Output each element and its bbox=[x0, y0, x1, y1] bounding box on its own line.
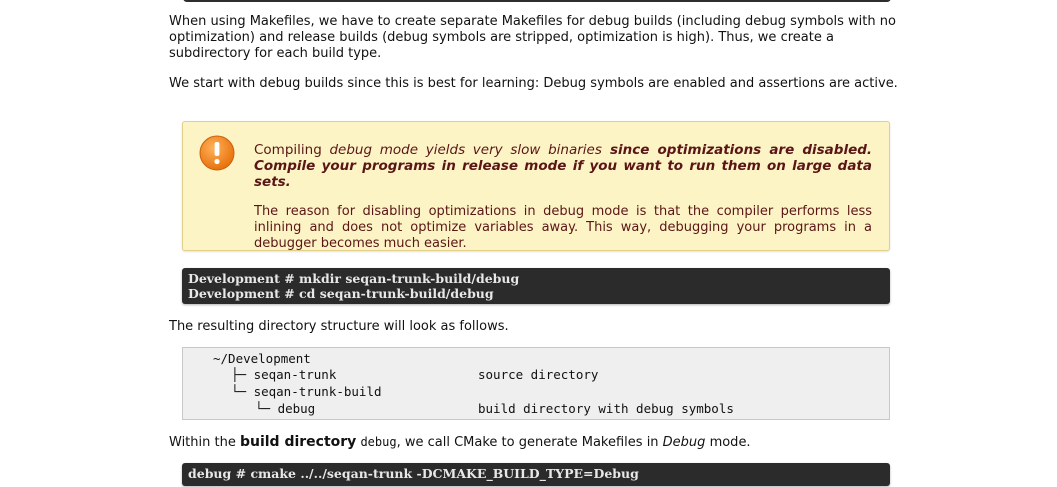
code-line: Development # mkdir seqan-trunk-build/de… bbox=[188, 271, 520, 286]
p4-text-d: , we call CMake to generate Makefiles in bbox=[396, 435, 663, 450]
p4-strong: build directory bbox=[239, 434, 357, 450]
warning-lead-a: Compiling bbox=[254, 142, 330, 158]
shell-code-block-cmake: debug # cmake ../../seqan-trunk -DCMAKE_… bbox=[182, 463, 890, 486]
warning-lead: Compiling debug mode yields very slow bi… bbox=[254, 142, 872, 190]
tree-desc-source: source directory bbox=[478, 367, 599, 382]
tree-item-seqan-trunk-build: └─ seqan-trunk-build bbox=[231, 384, 382, 399]
shell-code-block-mkdir: Development # mkdir seqan-trunk-build/de… bbox=[182, 268, 890, 304]
p4-code: debug bbox=[360, 435, 397, 449]
intro-paragraph-1: When using Makefiles, we have to create … bbox=[169, 14, 896, 61]
p4-text-f: mode. bbox=[705, 435, 751, 450]
previous-code-block-edge bbox=[183, 0, 891, 2]
warning-admonition: Compiling debug mode yields very slow bi… bbox=[182, 121, 890, 251]
warning-text: Compiling debug mode yields very slow bi… bbox=[254, 142, 872, 252]
exclamation-icon bbox=[199, 135, 235, 171]
p4-text-a: Within the bbox=[169, 435, 240, 450]
warning-lead-em: debug mode yields very slow binaries bbox=[329, 142, 602, 158]
cmake-instruction-paragraph: Within the build directory debug, we cal… bbox=[169, 434, 899, 451]
directory-structure-intro: The resulting directory structure will l… bbox=[169, 319, 509, 334]
intro-paragraph-2: We start with debug builds since this is… bbox=[169, 76, 898, 91]
code-line: debug # cmake ../../seqan-trunk -DCMAKE_… bbox=[188, 466, 639, 481]
tree-item-seqan-trunk: ├─ seqan-trunk bbox=[231, 367, 337, 382]
code-line: Development # cd seqan-trunk-build/debug bbox=[188, 286, 494, 301]
directory-tree-block: ~/Development ├─ seqan-trunk source dire… bbox=[182, 347, 890, 420]
tree-root: ~/Development bbox=[213, 351, 311, 366]
tree-desc-build: build directory with debug symbols bbox=[478, 401, 734, 416]
p4-em: Debug bbox=[662, 435, 706, 450]
tree-item-debug: └─ debug bbox=[255, 401, 316, 416]
warning-explanation: The reason for disabling optimizations i… bbox=[254, 204, 872, 251]
